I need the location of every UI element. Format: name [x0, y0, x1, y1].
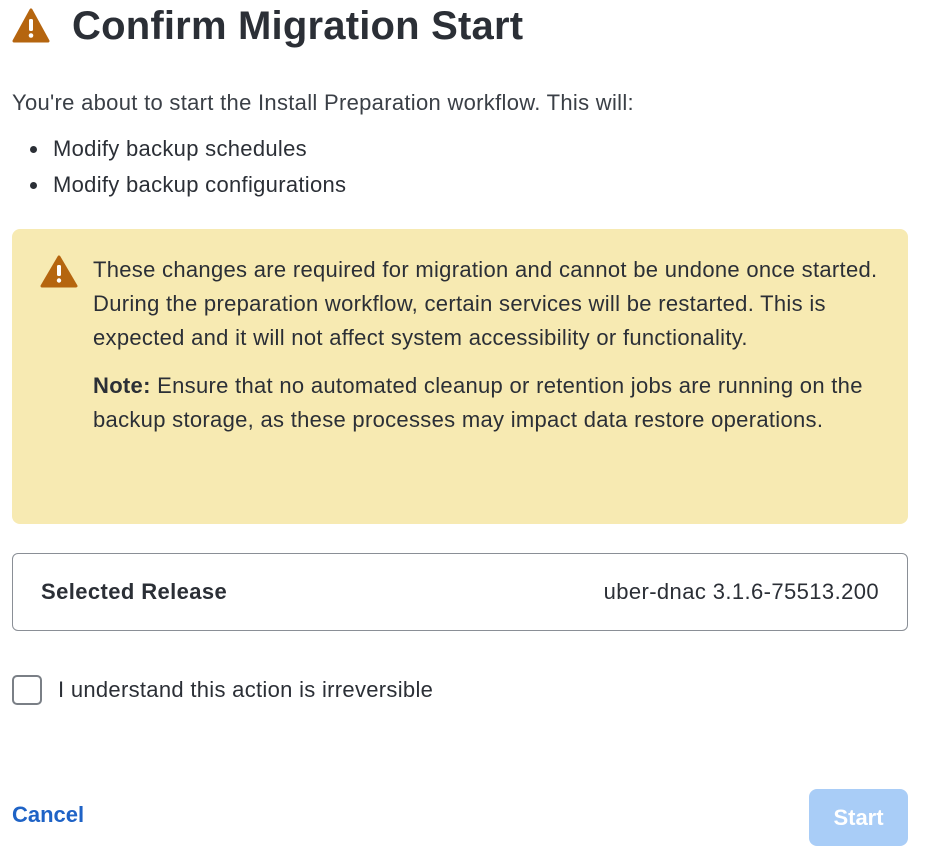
warning-triangle-icon	[40, 255, 78, 289]
intro-text: You're about to start the Install Prepar…	[12, 90, 634, 115]
warning-text: These changes are required for migration…	[93, 253, 893, 437]
dialog-header: Confirm Migration Start	[12, 4, 523, 48]
confirm-migration-dialog: Confirm Migration Start You're about to …	[0, 0, 925, 858]
acknowledge-control[interactable]: I understand this action is irreversible	[12, 673, 433, 707]
note-label: Note:	[93, 373, 151, 398]
warning-note: Note: Ensure that no automated cleanup o…	[93, 369, 893, 437]
list-item-text: Modify backup configurations	[53, 172, 347, 197]
acknowledge-checkbox[interactable]	[12, 675, 42, 705]
bullet-dot	[30, 146, 37, 153]
list-item: Modify backup configurations	[12, 170, 346, 206]
note-text: Ensure that no automated cleanup or rete…	[93, 373, 863, 432]
acknowledge-label[interactable]: I understand this action is irreversible	[58, 677, 433, 703]
cancel-button[interactable]: Cancel	[12, 802, 84, 828]
selected-release-value: uber-dnac 3.1.6-75513.200	[603, 579, 879, 604]
warning-message: These changes are required for migration…	[93, 257, 878, 350]
warning-triangle-icon	[12, 7, 50, 45]
list-item-text: Modify backup schedules	[53, 136, 307, 161]
warning-banner: These changes are required for migration…	[12, 229, 908, 524]
selected-release-label: Selected Release	[41, 579, 228, 604]
bullet-dot	[30, 182, 37, 189]
selected-release-panel: Selected Release uber-dnac 3.1.6-75513.2…	[12, 553, 908, 631]
list-item: Modify backup schedules	[12, 134, 346, 170]
dialog-title: Confirm Migration Start	[72, 3, 524, 48]
start-button[interactable]: Start	[809, 789, 908, 846]
change-list: Modify backup schedules Modify backup co…	[12, 134, 346, 206]
